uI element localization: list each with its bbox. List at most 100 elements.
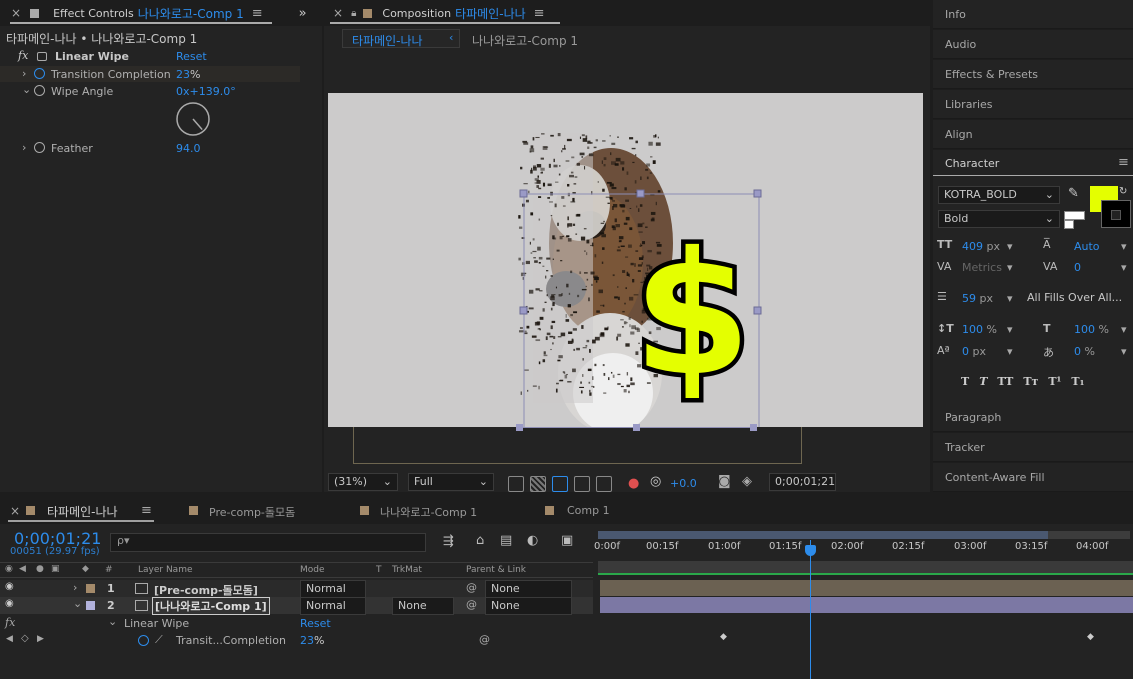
chevron-down-icon[interactable]: ⌄: [108, 615, 117, 628]
comp-flowchart-icon[interactable]: ⇶: [443, 534, 454, 549]
keyframe-icon[interactable]: ◆: [720, 632, 727, 642]
panel-libraries[interactable]: Libraries: [933, 90, 1133, 119]
pickwhip-icon[interactable]: @: [466, 598, 477, 611]
chevron-right-icon[interactable]: ›: [73, 581, 77, 594]
zoom-dropdown[interactable]: (31%) ⌄: [328, 473, 398, 491]
leading-value[interactable]: Auto: [1074, 240, 1100, 253]
prop-row-wipe-angle[interactable]: ⌄ Wipe Angle 0x+139.0°: [0, 83, 300, 99]
layer-bar[interactable]: [600, 580, 1133, 596]
prev-keyframe-icon[interactable]: ◀: [6, 634, 13, 644]
shy-layers-icon[interactable]: ⌂: [476, 533, 484, 548]
lock-icon[interactable]: 🔒︎: [351, 8, 356, 19]
prop-value[interactable]: 94.0: [176, 142, 201, 155]
safe-margins-icon[interactable]: [574, 476, 590, 492]
layer-search-input[interactable]: ρ▾: [110, 533, 426, 552]
audio-icon[interactable]: ◀: [19, 564, 26, 574]
keyframe-icon[interactable]: ◆: [1087, 632, 1094, 642]
close-icon[interactable]: ×: [10, 504, 20, 518]
layer-name[interactable]: [Pre-comp-돌모돔]: [154, 582, 258, 598]
layer-mode-dropdown[interactable]: Normal: [300, 580, 366, 598]
playhead[interactable]: [810, 540, 811, 679]
comp-breadcrumb-inactive[interactable]: 나나와로고-Comp 1: [472, 32, 578, 49]
layer-parent-dropdown[interactable]: None: [485, 597, 572, 615]
swap-colors-icon[interactable]: ↻: [1119, 186, 1127, 197]
panel-lock-icon[interactable]: [30, 8, 40, 18]
font-style-dropdown[interactable]: Bold ⌄: [938, 210, 1060, 228]
small-caps-button[interactable]: Tт: [1023, 375, 1038, 388]
effect-row-linear-wipe[interactable]: fx Linear Wipe Reset: [0, 48, 322, 65]
eyedropper-icon[interactable]: ✎: [1068, 186, 1079, 201]
panel-tracker[interactable]: Tracker: [933, 433, 1133, 462]
label-icon[interactable]: ◆: [82, 564, 89, 574]
expand-panels-icon[interactable]: »: [299, 6, 307, 21]
property-row[interactable]: ◀ ◇ ▶ ⟋ Transit...Completion 23% @: [0, 632, 593, 649]
color-management-icon[interactable]: ◎: [650, 474, 661, 489]
frame-blending-icon[interactable]: ▤: [500, 533, 512, 548]
tsume-value[interactable]: 0 %: [1074, 345, 1095, 358]
chevron-down-icon[interactable]: ⌄: [73, 597, 82, 610]
camera-icon[interactable]: ◙: [718, 474, 731, 489]
layer-label-color[interactable]: [86, 584, 95, 593]
pickwhip-icon[interactable]: @: [479, 633, 490, 646]
stopwatch-icon[interactable]: [34, 68, 45, 79]
layer-name[interactable]: [나나와로고-Comp 1]: [152, 597, 270, 615]
stopwatch-icon[interactable]: [138, 635, 149, 646]
close-icon[interactable]: ×: [11, 6, 21, 20]
effect-row[interactable]: fx ⌄ Linear Wipe Reset: [0, 615, 593, 632]
viewer-area[interactable]: $: [324, 58, 930, 466]
default-colors-icon[interactable]: [1064, 211, 1085, 220]
property-value[interactable]: 23%: [300, 634, 324, 647]
tab-main-comp[interactable]: 타파메인-나나: [47, 503, 118, 520]
subscript-button[interactable]: T₁: [1071, 375, 1084, 388]
layer-bar[interactable]: [600, 597, 1133, 613]
add-keyframe-icon[interactable]: ◇: [21, 633, 29, 644]
chevron-down-icon[interactable]: ⌄: [22, 83, 31, 96]
angle-dial[interactable]: [175, 101, 211, 137]
tab-comp1[interactable]: Comp 1: [567, 504, 610, 517]
snapshot-region-icon[interactable]: [508, 476, 524, 492]
time-ruler[interactable]: 0:00f 00:15f 01:00f 01:15f 02:00f 02:15f…: [594, 540, 1133, 560]
layer-trkmat-dropdown[interactable]: None: [392, 597, 454, 615]
stroke-width-value[interactable]: 59 px: [962, 292, 993, 305]
next-keyframe-icon[interactable]: ▶: [37, 634, 44, 644]
graph-editor-icon[interactable]: ▣: [561, 533, 573, 548]
eye-icon[interactable]: ◉: [5, 581, 14, 592]
panel-align[interactable]: Align: [933, 120, 1133, 149]
panel-menu-icon[interactable]: ≡: [141, 503, 152, 518]
stopwatch-icon[interactable]: [34, 85, 45, 96]
vertical-scale-value[interactable]: 100 %: [962, 323, 997, 336]
panel-menu-icon[interactable]: ≡: [534, 6, 545, 21]
layer-parent-dropdown[interactable]: None: [485, 580, 572, 598]
playhead-handle[interactable]: [805, 545, 816, 556]
tab-precomp[interactable]: Pre-comp-돌모돔: [209, 504, 295, 520]
prop-row-feather[interactable]: › Feather 94.0: [0, 140, 300, 156]
show-snapshot-icon[interactable]: ◈: [742, 474, 752, 489]
prop-value[interactable]: 0x+139.0°: [176, 85, 236, 98]
fx-icon[interactable]: fx: [18, 49, 28, 62]
close-icon[interactable]: ×: [333, 6, 343, 20]
prop-row-transition-completion[interactable]: › Transition Completion 23%: [0, 66, 300, 82]
faux-italic-button[interactable]: T: [979, 375, 987, 388]
solo-icon[interactable]: ●: [36, 564, 44, 574]
panel-effects-presets[interactable]: Effects & Presets: [933, 60, 1133, 89]
pickwhip-icon[interactable]: @: [466, 581, 477, 594]
font-size-value[interactable]: 409 px: [962, 240, 1000, 253]
no-color-icon[interactable]: [1064, 220, 1074, 229]
timeline-area[interactable]: 0:00f 00:15f 01:00f 01:15f 02:00f 02:15f…: [594, 528, 1133, 679]
channel-rgb-icon[interactable]: ●: [628, 476, 639, 491]
mask-visibility-icon[interactable]: [552, 476, 568, 492]
timecode-display[interactable]: 0;00;01;21: [769, 473, 836, 491]
font-family-dropdown[interactable]: KOTRA_BOLD ⌄: [938, 186, 1060, 204]
motion-blur-icon[interactable]: ◐: [527, 533, 538, 548]
stroke-color-swatch[interactable]: [1101, 200, 1131, 228]
panel-menu-icon[interactable]: ≡: [252, 6, 263, 21]
all-caps-button[interactable]: TT: [997, 375, 1013, 388]
transparency-grid-icon[interactable]: [530, 476, 546, 492]
faux-bold-button[interactable]: T: [961, 375, 969, 388]
effect-reset-link[interactable]: Reset: [176, 50, 207, 63]
eye-icon[interactable]: ◉: [5, 564, 13, 574]
superscript-button[interactable]: T¹: [1048, 375, 1061, 388]
prop-value[interactable]: 23%: [176, 68, 200, 81]
comp-breadcrumb-active[interactable]: 타파메인-나나 ‹: [342, 29, 460, 48]
fx-icon[interactable]: fx: [5, 616, 15, 629]
